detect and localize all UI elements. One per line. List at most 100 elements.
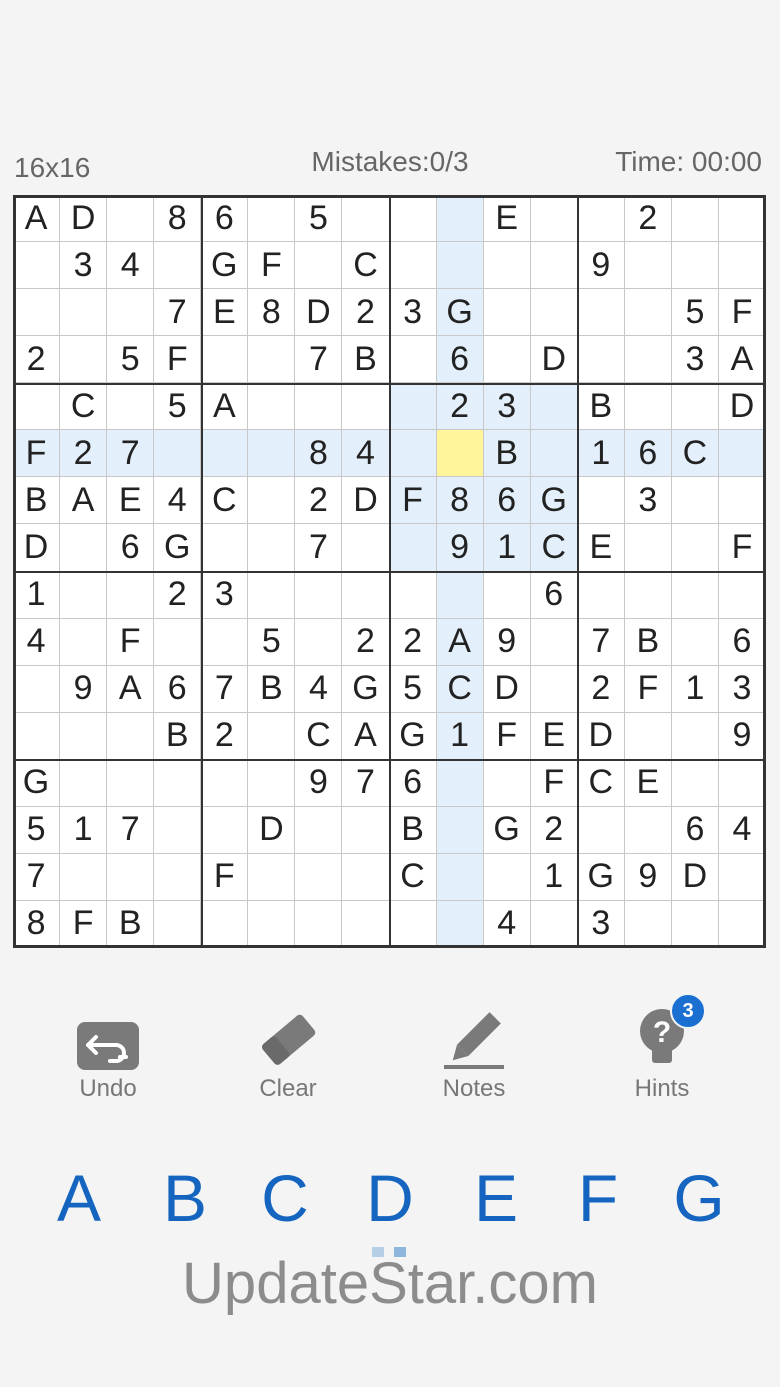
board-cell[interactable]: 1 xyxy=(436,712,484,760)
board-cell[interactable] xyxy=(295,618,343,666)
board-cell[interactable] xyxy=(624,571,672,619)
board-cell[interactable] xyxy=(295,242,343,290)
board-cell[interactable] xyxy=(577,195,625,243)
board-cell[interactable]: E xyxy=(530,712,578,760)
board-cell[interactable]: 2 xyxy=(530,806,578,854)
board-cell[interactable] xyxy=(671,383,719,431)
board-cell[interactable] xyxy=(342,900,390,948)
board-cell[interactable] xyxy=(107,712,155,760)
board-cell[interactable]: F xyxy=(201,853,249,901)
board-cell[interactable]: 4 xyxy=(107,242,155,290)
board-cell[interactable]: 8 xyxy=(248,289,296,337)
board-cell[interactable]: B xyxy=(483,430,531,478)
board-cell[interactable]: F xyxy=(624,665,672,713)
board-cell[interactable] xyxy=(154,242,202,290)
board-cell[interactable]: 4 xyxy=(483,900,531,948)
board-cell[interactable]: 7 xyxy=(107,430,155,478)
board-cell[interactable] xyxy=(154,806,202,854)
board-cell[interactable]: 5 xyxy=(13,806,61,854)
board-cell[interactable]: C xyxy=(577,759,625,807)
board-cell[interactable]: 3 xyxy=(671,336,719,384)
board-cell[interactable]: B xyxy=(248,665,296,713)
board-cell[interactable]: E xyxy=(483,195,531,243)
board-cell[interactable] xyxy=(718,759,766,807)
board-cell[interactable] xyxy=(107,571,155,619)
board-cell[interactable] xyxy=(295,806,343,854)
board-cell[interactable]: G xyxy=(577,853,625,901)
board-cell[interactable]: E xyxy=(624,759,672,807)
board-cell[interactable] xyxy=(436,430,484,478)
board-cell[interactable]: 2 xyxy=(342,618,390,666)
board-cell[interactable] xyxy=(530,900,578,948)
board-cell[interactable] xyxy=(248,383,296,431)
board-cell[interactable]: 5 xyxy=(248,618,296,666)
board-cell[interactable] xyxy=(107,289,155,337)
board-cell[interactable]: A xyxy=(342,712,390,760)
clear-button[interactable]: Clear xyxy=(228,1005,348,1103)
board-cell[interactable]: G xyxy=(436,289,484,337)
board-cell[interactable]: 1 xyxy=(483,524,531,572)
board-cell[interactable] xyxy=(624,524,672,572)
letter-button-f[interactable]: F xyxy=(558,1160,638,1236)
board-cell[interactable]: 2 xyxy=(624,195,672,243)
board-cell[interactable]: F xyxy=(718,524,766,572)
board-cell[interactable]: D xyxy=(577,712,625,760)
board-cell[interactable]: 2 xyxy=(342,289,390,337)
board-cell[interactable] xyxy=(577,477,625,525)
board-cell[interactable] xyxy=(389,900,437,948)
board-cell[interactable]: B xyxy=(154,712,202,760)
board-cell[interactable] xyxy=(577,289,625,337)
board-cell[interactable] xyxy=(60,618,108,666)
letter-button-a[interactable]: A xyxy=(39,1160,119,1236)
board-cell[interactable]: B xyxy=(577,383,625,431)
board-cell[interactable] xyxy=(107,195,155,243)
board-cell[interactable]: A xyxy=(436,618,484,666)
board-cell[interactable] xyxy=(389,242,437,290)
board-cell[interactable] xyxy=(248,571,296,619)
board-cell[interactable] xyxy=(389,383,437,431)
board-cell[interactable]: 8 xyxy=(436,477,484,525)
board-cell[interactable] xyxy=(483,289,531,337)
board-cell[interactable]: B xyxy=(342,336,390,384)
board-cell[interactable] xyxy=(436,242,484,290)
board-cell[interactable]: 7 xyxy=(295,524,343,572)
board-cell[interactable] xyxy=(671,524,719,572)
board-cell[interactable] xyxy=(389,524,437,572)
board-cell[interactable] xyxy=(248,430,296,478)
board-cell[interactable] xyxy=(718,242,766,290)
board-cell[interactable] xyxy=(248,853,296,901)
board-cell[interactable] xyxy=(530,383,578,431)
board-cell[interactable] xyxy=(295,571,343,619)
board-cell[interactable]: 3 xyxy=(624,477,672,525)
board-cell[interactable] xyxy=(436,195,484,243)
board-cell[interactable]: C xyxy=(342,242,390,290)
board-cell[interactable] xyxy=(624,806,672,854)
board-cell[interactable]: C xyxy=(671,430,719,478)
board-cell[interactable]: F xyxy=(154,336,202,384)
board-cell[interactable] xyxy=(624,900,672,948)
board-cell[interactable] xyxy=(107,383,155,431)
board-cell[interactable]: D xyxy=(718,383,766,431)
board-cell[interactable] xyxy=(295,853,343,901)
board-cell[interactable]: D xyxy=(671,853,719,901)
board-cell[interactable]: 9 xyxy=(436,524,484,572)
board-cell[interactable]: 1 xyxy=(13,571,61,619)
board-cell[interactable] xyxy=(389,195,437,243)
board-cell[interactable]: F xyxy=(389,477,437,525)
board-cell[interactable]: 7 xyxy=(342,759,390,807)
board-cell[interactable]: C xyxy=(389,853,437,901)
board-cell[interactable]: C xyxy=(60,383,108,431)
board-cell[interactable]: A xyxy=(718,336,766,384)
board-cell[interactable]: 1 xyxy=(60,806,108,854)
board-cell[interactable] xyxy=(60,571,108,619)
board-cell[interactable]: 3 xyxy=(483,383,531,431)
board-cell[interactable]: 3 xyxy=(389,289,437,337)
board-cell[interactable]: G xyxy=(389,712,437,760)
board-cell[interactable] xyxy=(530,665,578,713)
board-cell[interactable]: F xyxy=(107,618,155,666)
board-cell[interactable]: 9 xyxy=(483,618,531,666)
board-cell[interactable] xyxy=(530,195,578,243)
notes-button[interactable]: Notes xyxy=(414,1005,534,1103)
board-cell[interactable]: 4 xyxy=(342,430,390,478)
board-cell[interactable]: D xyxy=(483,665,531,713)
